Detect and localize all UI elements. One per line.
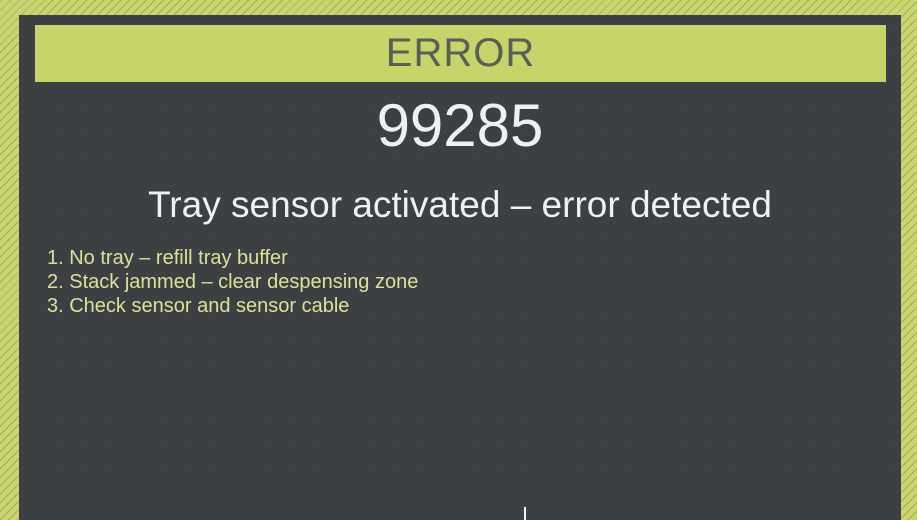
error-message: Tray sensor activated – error detected xyxy=(148,184,772,225)
error-header-bar: ERROR xyxy=(35,25,886,82)
troubleshooting-steps: 1. No tray – refill tray buffer 2. Stack… xyxy=(47,246,418,318)
step-item: 2. Stack jammed – clear despensing zone xyxy=(47,271,419,293)
step-item: 3. Check sensor and sensor cable xyxy=(47,295,350,317)
error-code: 99285 xyxy=(376,92,544,159)
cursor-icon xyxy=(524,507,526,520)
error-screen: ERROR 99285 Tray sensor activated – erro… xyxy=(19,15,901,520)
machine-frame: ERROR 99285 Tray sensor activated – erro… xyxy=(0,0,917,520)
error-header-label: ERROR xyxy=(385,31,536,75)
step-item: 1. No tray – refill tray buffer xyxy=(47,247,288,269)
